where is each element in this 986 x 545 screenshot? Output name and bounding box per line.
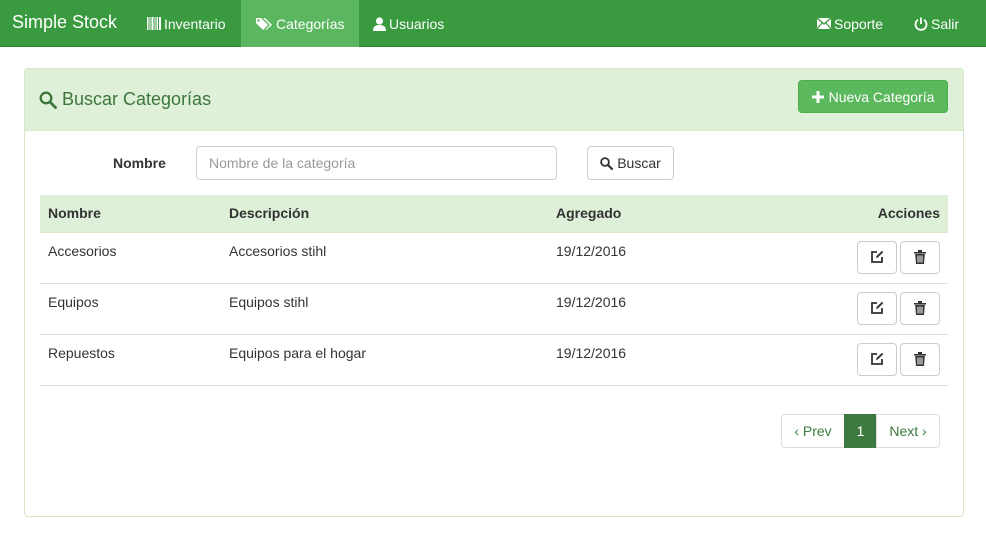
table-row: Equipos Equipos stihl 19/12/2016 [40, 283, 948, 335]
edit-button[interactable] [857, 240, 897, 274]
nav-item-label: Categorías [276, 15, 345, 32]
categories-panel: Buscar Categorías Nueva Categoría Nombre… [24, 68, 964, 517]
column-header-nombre[interactable]: Nombre [40, 195, 221, 233]
search-button[interactable]: Buscar [587, 146, 674, 180]
pagination-prev[interactable]: ‹ Prev [781, 414, 845, 448]
panel-heading: Buscar Categorías Nueva Categoría [25, 69, 963, 131]
user-icon [373, 16, 386, 31]
nav-item-label: Salir [931, 15, 960, 32]
tags-icon [256, 17, 272, 30]
edit-icon [871, 301, 884, 314]
search-label: Nombre [113, 155, 166, 171]
trash-icon [914, 250, 926, 264]
barcode-icon [147, 17, 161, 30]
search-icon [39, 91, 57, 109]
plus-icon [811, 90, 824, 103]
edit-button[interactable] [857, 342, 897, 376]
column-header-acciones: Acciones [768, 195, 948, 233]
table-header-row: Nombre Descripción Agregado Acciones [40, 195, 948, 233]
cell-agregado: 19/12/2016 [548, 283, 768, 335]
search-input[interactable] [196, 146, 557, 180]
cell-nombre: Equipos [40, 283, 221, 335]
nav-item-label: Inventario [164, 15, 226, 32]
cell-actions [768, 283, 948, 335]
column-header-agregado[interactable]: Agregado [548, 195, 768, 233]
envelope-icon [817, 18, 831, 29]
pagination-next[interactable]: Next › [876, 414, 940, 448]
pagination-page-1[interactable]: 1 [844, 414, 877, 448]
power-icon [914, 17, 928, 31]
cell-nombre: Repuestos [40, 334, 221, 386]
edit-button[interactable] [857, 291, 897, 325]
delete-button[interactable] [900, 291, 940, 325]
table-row: Accesorios Accesorios stihl 19/12/2016 [40, 232, 948, 284]
search-button-label: Buscar [617, 155, 661, 171]
cell-actions [768, 232, 948, 284]
trash-icon [914, 301, 926, 315]
cell-agregado: 19/12/2016 [548, 334, 768, 386]
cell-nombre: Accesorios [40, 232, 221, 284]
categories-table: Nombre Descripción Agregado Acciones Acc… [40, 195, 948, 386]
nav-item-soporte[interactable]: Soporte [802, 0, 898, 47]
page-title-text: Buscar Categorías [62, 89, 212, 109]
new-category-label: Nueva Categoría [828, 88, 935, 105]
brand-link[interactable]: Simple Stock [12, 0, 117, 47]
page-title: Buscar Categorías [39, 89, 211, 110]
nav-item-categorias[interactable]: Categorías [241, 0, 360, 47]
table-row: Repuestos Equipos para el hogar 19/12/20… [40, 334, 948, 386]
cell-descripcion: Equipos stihl [221, 283, 548, 335]
cell-descripcion: Accesorios stihl [221, 232, 548, 284]
nav-item-salir[interactable]: Salir [899, 0, 974, 47]
cell-actions [768, 334, 948, 386]
nav-item-inventario[interactable]: Inventario [132, 0, 240, 47]
cell-agregado: 19/12/2016 [548, 232, 768, 284]
edit-icon [871, 352, 884, 365]
column-header-descripcion[interactable]: Descripción [221, 195, 548, 233]
trash-icon [914, 352, 926, 366]
delete-button[interactable] [900, 342, 940, 376]
nav-item-label: Usuarios [389, 15, 445, 32]
delete-button[interactable] [900, 240, 940, 274]
new-category-button[interactable]: Nueva Categoría [798, 80, 948, 113]
navbar: Simple Stock Inventario Categorías Usuar… [0, 0, 986, 47]
pagination: ‹ Prev 1 Next › [781, 414, 940, 448]
search-icon [600, 156, 614, 170]
edit-icon [871, 250, 884, 263]
cell-descripcion: Equipos para el hogar [221, 334, 548, 386]
nav-item-usuarios[interactable]: Usuarios [358, 0, 459, 47]
nav-item-label: Soporte [834, 15, 884, 32]
